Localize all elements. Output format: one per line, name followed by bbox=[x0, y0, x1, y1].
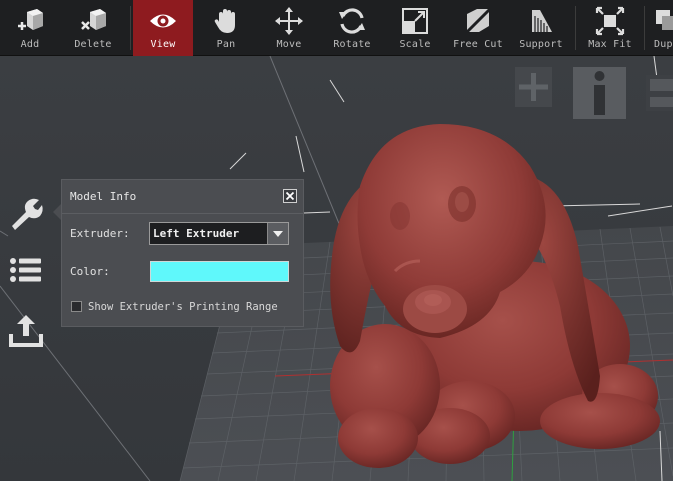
extruder-dropdown-button[interactable] bbox=[267, 223, 288, 244]
color-label: Color: bbox=[70, 265, 110, 278]
delete-label: Delete bbox=[74, 39, 112, 50]
view-label: View bbox=[150, 39, 176, 50]
color-swatch[interactable] bbox=[150, 261, 289, 282]
close-button[interactable] bbox=[283, 189, 297, 203]
pan-label: Pan bbox=[216, 39, 236, 50]
view-button[interactable]: View bbox=[133, 0, 193, 56]
main-toolbar: Add Delete View Pan Move Rotate Scale Fr… bbox=[0, 0, 673, 56]
support-label: Support bbox=[519, 39, 563, 50]
delete-button[interactable]: Delete bbox=[63, 0, 123, 56]
max-fit-button[interactable]: Max Fit bbox=[580, 0, 640, 56]
close-icon bbox=[285, 191, 295, 201]
duplicate-label: Dupl bbox=[654, 39, 673, 50]
move-button[interactable]: Move bbox=[259, 0, 319, 56]
extruder-label: Extruder: bbox=[70, 227, 130, 240]
rotate-button[interactable]: Rotate bbox=[322, 0, 382, 56]
panel-divider bbox=[62, 213, 303, 214]
free-cut-button[interactable]: Free Cut bbox=[448, 0, 508, 56]
max-fit-icon bbox=[595, 6, 625, 36]
panel-title: Model Info bbox=[70, 190, 137, 203]
hand-icon bbox=[214, 9, 235, 33]
delete-cube-icon bbox=[81, 9, 106, 30]
add-cube-icon bbox=[18, 9, 43, 30]
save-icon[interactable] bbox=[646, 67, 673, 115]
model-info-panel: Model Info Extruder: Left Extruder Color… bbox=[61, 179, 304, 327]
duplicate-icon bbox=[656, 10, 673, 30]
printing-range-checkbox[interactable] bbox=[71, 301, 82, 312]
wrench-icon[interactable] bbox=[8, 196, 44, 232]
duplicate-button[interactable]: Dupl bbox=[648, 0, 673, 56]
free-cut-label: Free Cut bbox=[453, 39, 503, 50]
chevron-down-icon bbox=[273, 231, 283, 237]
rotate-icon bbox=[339, 8, 365, 34]
info-icon[interactable] bbox=[573, 67, 626, 119]
printing-range-label: Show Extruder's Printing Range bbox=[88, 301, 278, 313]
support-icon bbox=[532, 10, 552, 32]
rotate-label: Rotate bbox=[333, 39, 371, 50]
pan-button[interactable]: Pan bbox=[196, 0, 256, 56]
add-button[interactable]: Add bbox=[0, 0, 60, 56]
list-icon[interactable] bbox=[8, 252, 44, 288]
plus-icon[interactable] bbox=[515, 67, 552, 107]
max-fit-label: Max Fit bbox=[588, 39, 632, 50]
support-button[interactable]: Support bbox=[511, 0, 571, 56]
scale-button[interactable]: Scale bbox=[385, 0, 445, 56]
eye-icon bbox=[150, 14, 176, 28]
extruder-value: Left Extruder bbox=[153, 227, 240, 240]
add-label: Add bbox=[20, 39, 40, 50]
move-arrows-icon bbox=[275, 7, 303, 35]
move-label: Move bbox=[276, 39, 302, 50]
free-cut-icon bbox=[464, 7, 492, 35]
3d-viewport[interactable]: Model Info Extruder: Left Extruder Color… bbox=[0, 56, 673, 481]
upload-icon[interactable] bbox=[8, 312, 44, 348]
scale-label: Scale bbox=[399, 39, 431, 50]
scale-icon bbox=[402, 8, 428, 34]
extruder-select[interactable]: Left Extruder bbox=[149, 222, 289, 245]
